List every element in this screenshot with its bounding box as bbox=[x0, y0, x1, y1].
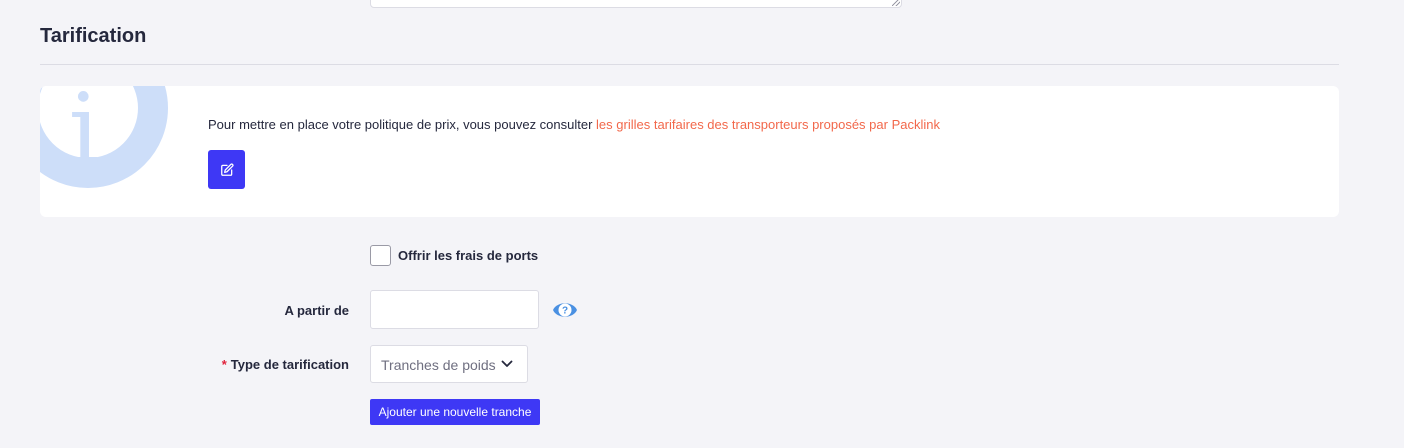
carrier-rates-link[interactable]: les grilles tarifaires des transporteurs… bbox=[596, 117, 940, 132]
resize-handle-icon[interactable] bbox=[892, 0, 900, 6]
from-label: A partir de bbox=[284, 303, 349, 318]
help-icon[interactable]: ? bbox=[552, 298, 578, 322]
edit-button[interactable] bbox=[208, 150, 245, 189]
svg-text:?: ? bbox=[562, 306, 568, 317]
add-range-button[interactable]: Ajouter une nouvelle tranche bbox=[370, 399, 540, 425]
pricing-type-select[interactable]: Tranches de poids bbox=[370, 345, 528, 383]
pricing-type-label: * Type de tarification bbox=[222, 357, 349, 372]
free-shipping-checkbox[interactable] bbox=[370, 245, 391, 266]
edit-icon bbox=[220, 162, 234, 176]
chevron-down-icon bbox=[501, 360, 513, 367]
info-letter-icon: i bbox=[68, 86, 100, 185]
pricing-type-label-text: Type de tarification bbox=[230, 357, 349, 372]
info-text-body: Pour mettre en place votre politique de … bbox=[208, 117, 597, 132]
free-shipping-label: Offrir les frais de ports bbox=[398, 248, 539, 263]
section-title: Tarification bbox=[40, 25, 147, 47]
info-text: Pour mettre en place votre politique de … bbox=[208, 117, 940, 132]
pricing-type-value: Tranches de poids bbox=[381, 357, 496, 373]
required-mark: * bbox=[221, 357, 227, 372]
info-panel: i Pour mettre en place votre politique d… bbox=[40, 86, 1339, 217]
from-input[interactable] bbox=[370, 290, 539, 329]
section-divider bbox=[40, 64, 1339, 65]
description-textarea[interactable] bbox=[370, 0, 902, 8]
page: Tarification i Pour mettre en place votr… bbox=[0, 0, 1404, 448]
